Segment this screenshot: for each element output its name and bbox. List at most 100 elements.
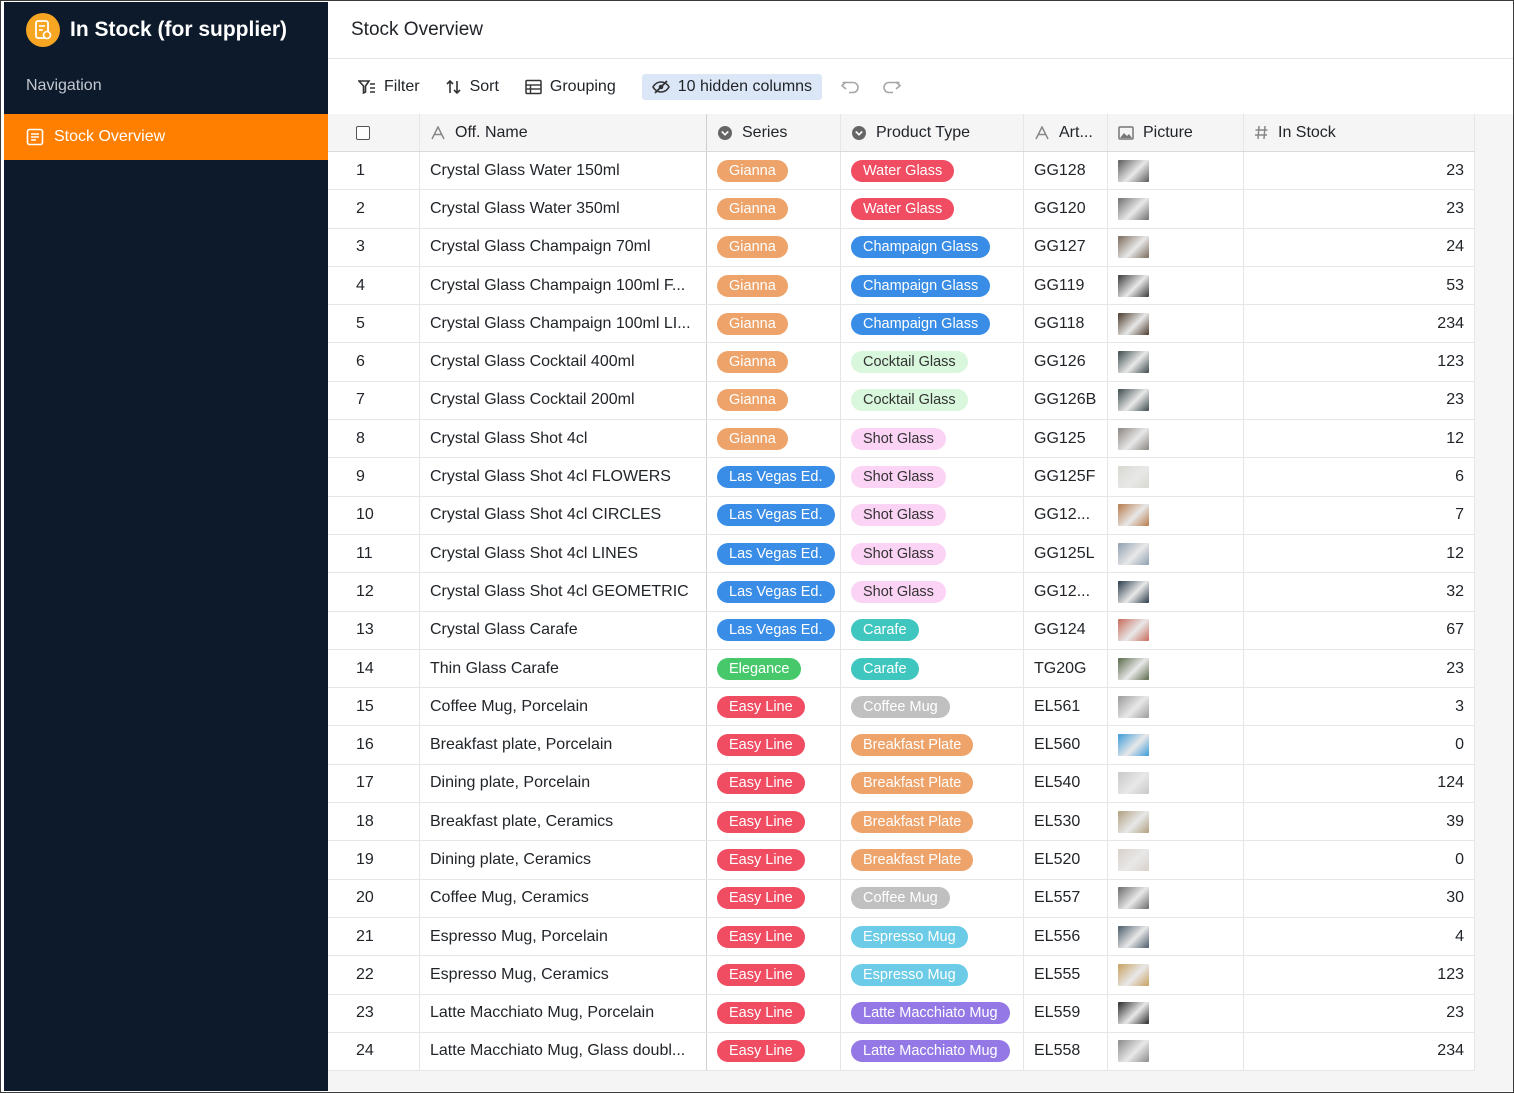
product-type-cell[interactable]: Shot Glass <box>841 420 1024 458</box>
name-cell[interactable]: Dining plate, Porcelain <box>420 764 707 803</box>
in-stock-cell[interactable]: 7 <box>1244 496 1475 534</box>
series-cell[interactable]: Easy Line <box>707 688 841 726</box>
table-row[interactable]: 14 Thin Glass Carafe Elegance Carafe TG20G 23 <box>328 649 1475 689</box>
product-thumbnail[interactable] <box>1118 1040 1149 1063</box>
product-thumbnail[interactable] <box>1118 963 1149 986</box>
redo-button[interactable] <box>882 79 902 95</box>
article-cell[interactable]: GG125L <box>1024 534 1108 573</box>
picture-cell[interactable] <box>1108 917 1244 956</box>
name-cell[interactable]: Crystal Glass Cocktail 200ml <box>420 381 707 420</box>
picture-cell[interactable] <box>1108 534 1244 573</box>
product-type-cell[interactable]: Water Glass <box>841 152 1024 190</box>
picture-cell[interactable] <box>1108 1032 1244 1071</box>
name-cell[interactable]: Espresso Mug, Ceramics <box>420 956 707 994</box>
picture-cell[interactable] <box>1108 803 1244 841</box>
series-cell[interactable]: Gianna <box>707 190 841 228</box>
in-stock-cell[interactable]: 234 <box>1244 305 1475 343</box>
column-header-picture[interactable]: Picture <box>1108 114 1244 151</box>
picture-cell[interactable] <box>1108 764 1244 803</box>
article-cell[interactable]: GG125 <box>1024 420 1108 458</box>
product-type-cell[interactable]: Champaign Glass <box>841 266 1024 305</box>
series-cell[interactable]: Gianna <box>707 152 841 190</box>
series-cell[interactable]: Easy Line <box>707 841 841 879</box>
article-cell[interactable]: GG125F <box>1024 458 1108 496</box>
series-cell[interactable]: Las Vegas Ed. <box>707 573 841 611</box>
picture-cell[interactable] <box>1108 611 1244 649</box>
product-type-cell[interactable]: Carafe <box>841 611 1024 649</box>
picture-cell[interactable] <box>1108 726 1244 764</box>
table-row[interactable]: 18 Breakfast plate, Ceramics Easy Line Brea… <box>328 803 1475 842</box>
table-row[interactable]: 13 Crystal Glass Carafe Las Vegas Ed. Caraf… <box>328 611 1475 650</box>
product-thumbnail[interactable] <box>1118 925 1149 948</box>
in-stock-cell[interactable]: 234 <box>1244 1032 1475 1071</box>
product-type-cell[interactable]: Shot Glass <box>841 534 1024 573</box>
product-thumbnail[interactable] <box>1118 657 1149 680</box>
picture-cell[interactable] <box>1108 381 1244 420</box>
product-type-cell[interactable]: Cocktail Glass <box>841 343 1024 381</box>
in-stock-cell[interactable]: 23 <box>1244 381 1475 420</box>
article-cell[interactable]: EL530 <box>1024 803 1108 841</box>
picture-cell[interactable] <box>1108 573 1244 611</box>
picture-cell[interactable] <box>1108 841 1244 879</box>
product-type-cell[interactable]: Breakfast Plate <box>841 803 1024 841</box>
series-cell[interactable]: Gianna <box>707 266 841 305</box>
article-cell[interactable]: GG128 <box>1024 152 1108 190</box>
in-stock-cell[interactable]: 39 <box>1244 803 1475 841</box>
product-type-cell[interactable]: Cocktail Glass <box>841 381 1024 420</box>
name-cell[interactable]: Latte Macchiato Mug, Glass doubl... <box>420 1032 707 1071</box>
name-cell[interactable]: Crystal Glass Champaign 100ml F... <box>420 266 707 305</box>
in-stock-cell[interactable]: 67 <box>1244 611 1475 649</box>
article-cell[interactable]: GG12... <box>1024 496 1108 534</box>
table-row[interactable]: 11 Crystal Glass Shot 4cl LINES Las Vegas … <box>328 534 1475 574</box>
product-thumbnail[interactable] <box>1118 351 1149 374</box>
series-cell[interactable]: Las Vegas Ed. <box>707 534 841 573</box>
name-cell[interactable]: Crystal Glass Shot 4cl GEOMETRIC <box>420 573 707 611</box>
table-row[interactable]: 23 Latte Macchiato Mug, Porcelain Easy Lin… <box>328 994 1475 1033</box>
table-row[interactable]: 20 Coffee Mug, Ceramics Easy Line Coffee Mu… <box>328 879 1475 918</box>
product-thumbnail[interactable] <box>1118 159 1149 182</box>
picture-cell[interactable] <box>1108 152 1244 190</box>
picture-cell[interactable] <box>1108 649 1244 688</box>
series-cell[interactable]: Gianna <box>707 381 841 420</box>
product-type-cell[interactable]: Latte Macchiato Mug <box>841 994 1024 1032</box>
article-cell[interactable]: EL559 <box>1024 994 1108 1032</box>
table-row[interactable]: 1 Crystal Glass Water 150ml Gianna Water Gl… <box>328 152 1475 191</box>
in-stock-cell[interactable]: 24 <box>1244 228 1475 266</box>
series-cell[interactable]: Easy Line <box>707 956 841 994</box>
in-stock-cell[interactable]: 0 <box>1244 841 1475 879</box>
series-cell[interactable]: Easy Line <box>707 1032 841 1071</box>
picture-cell[interactable] <box>1108 266 1244 305</box>
in-stock-cell[interactable]: 0 <box>1244 726 1475 764</box>
product-thumbnail[interactable] <box>1118 619 1149 642</box>
name-cell[interactable]: Crystal Glass Champaign 70ml <box>420 228 707 266</box>
product-type-cell[interactable]: Breakfast Plate <box>841 764 1024 803</box>
product-thumbnail[interactable] <box>1118 887 1149 910</box>
product-type-cell[interactable]: Breakfast Plate <box>841 841 1024 879</box>
grouping-button[interactable]: Grouping <box>525 74 616 100</box>
in-stock-cell[interactable]: 3 <box>1244 688 1475 726</box>
table-row[interactable]: 15 Coffee Mug, Porcelain Easy Line Coffee M… <box>328 688 1475 727</box>
article-cell[interactable]: EL560 <box>1024 726 1108 764</box>
in-stock-cell[interactable]: 30 <box>1244 879 1475 917</box>
article-cell[interactable]: EL558 <box>1024 1032 1108 1071</box>
product-thumbnail[interactable] <box>1118 427 1149 450</box>
name-cell[interactable]: Dining plate, Ceramics <box>420 841 707 879</box>
product-thumbnail[interactable] <box>1118 389 1149 412</box>
series-cell[interactable]: Easy Line <box>707 803 841 841</box>
table-row[interactable]: 8 Crystal Glass Shot 4cl Gianna Shot Glass G… <box>328 420 1475 459</box>
series-cell[interactable]: Easy Line <box>707 764 841 803</box>
table-row[interactable]: 7 Crystal Glass Cocktail 200ml Gianna Cockt… <box>328 381 1475 421</box>
name-cell[interactable]: Coffee Mug, Ceramics <box>420 879 707 917</box>
article-cell[interactable]: EL561 <box>1024 688 1108 726</box>
series-cell[interactable]: Easy Line <box>707 879 841 917</box>
article-cell[interactable]: GG118 <box>1024 305 1108 343</box>
hidden-columns-button[interactable]: 10 hidden columns <box>641 73 823 100</box>
product-thumbnail[interactable] <box>1118 580 1149 603</box>
product-type-cell[interactable]: Espresso Mug <box>841 956 1024 994</box>
in-stock-cell[interactable]: 32 <box>1244 573 1475 611</box>
picture-cell[interactable] <box>1108 956 1244 994</box>
in-stock-cell[interactable]: 124 <box>1244 764 1475 803</box>
article-cell[interactable]: GG126 <box>1024 343 1108 381</box>
product-thumbnail[interactable] <box>1118 312 1149 335</box>
in-stock-cell[interactable]: 123 <box>1244 343 1475 381</box>
